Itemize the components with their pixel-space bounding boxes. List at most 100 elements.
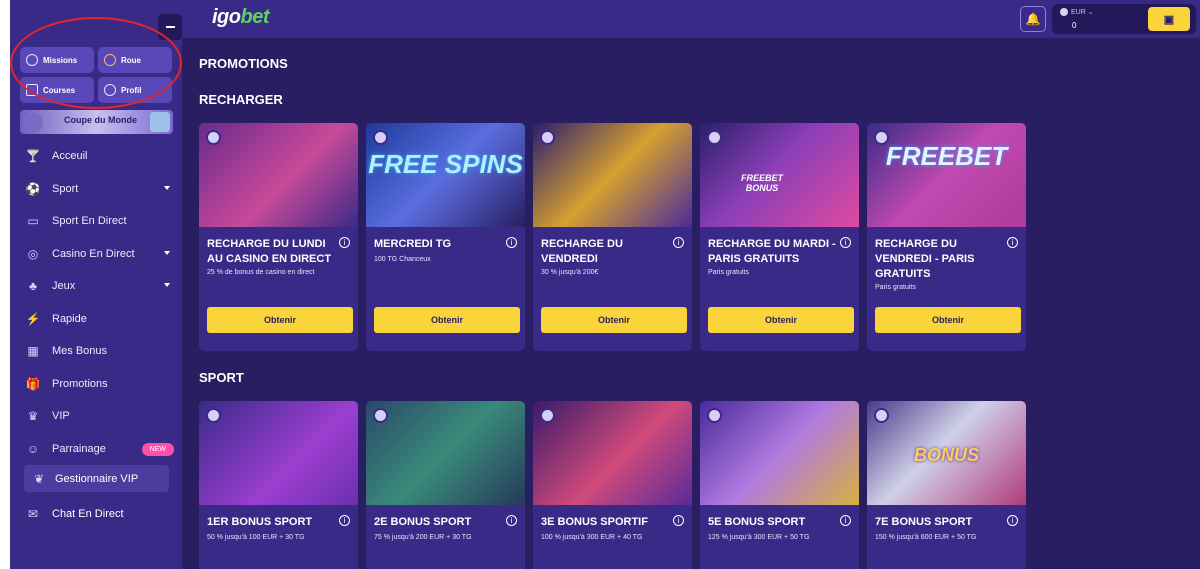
bonus-icon: ▦ bbox=[27, 344, 39, 359]
soccer-ball-icon bbox=[206, 408, 221, 423]
promo-card[interactable]: FREE SPINS MERCREDI TG i 100 TG Chanceux… bbox=[366, 123, 525, 351]
promo-card[interactable]: RECHARGE DU LUNDI AU CASINO EN DIRECT i … bbox=[199, 123, 358, 351]
page-title: PROMOTIONS bbox=[199, 56, 288, 71]
recharger-cards: RECHARGE DU LUNDI AU CASINO EN DIRECT i … bbox=[199, 123, 1026, 351]
trophy-image bbox=[150, 112, 170, 132]
crown-icon: ♛ bbox=[27, 409, 39, 424]
notifications-bell-icon[interactable]: 🔔 bbox=[1020, 6, 1046, 32]
info-icon[interactable]: i bbox=[339, 515, 350, 526]
promo-desc: 125 % jusqu'à 300 EUR + 50 TG bbox=[708, 534, 810, 541]
sidebar-item-label: Sport En Direct bbox=[52, 215, 127, 228]
sidebar-item-promotions[interactable]: 🎁 Promotions bbox=[24, 368, 174, 401]
info-icon[interactable]: i bbox=[840, 515, 851, 526]
promo-title: 5E BONUS SPORT bbox=[708, 516, 806, 528]
promo-desc: 75 % jusqu'à 200 EUR + 30 TG bbox=[374, 534, 472, 541]
soccer-ball-icon bbox=[540, 130, 555, 145]
chat-icon: ✉ bbox=[27, 506, 39, 521]
promo-title: MERCREDI TG bbox=[374, 238, 451, 250]
promo-image: BONUS bbox=[867, 401, 1026, 505]
currency-label: EUR bbox=[1071, 9, 1086, 16]
sidebar-item-rapide[interactable]: ⚡ Rapide bbox=[24, 303, 174, 336]
sidebar: Missions Roue Courses Profil Coupe du Mo… bbox=[10, 0, 182, 569]
sidebar-item-sport[interactable]: ⚽ Sport bbox=[24, 173, 174, 206]
obtenir-button[interactable]: Obtenir bbox=[875, 307, 1021, 333]
info-icon[interactable]: i bbox=[1007, 237, 1018, 248]
promo-card[interactable]: FREEBET RECHARGE DU VENDREDI - PARIS GRA… bbox=[867, 123, 1026, 351]
sidebar-item-casino-en-direct[interactable]: ◎ Casino En Direct bbox=[24, 238, 174, 271]
wallet-widget[interactable]: EUR ⌄ 0 ▣ bbox=[1052, 4, 1196, 34]
promo-title: RECHARGE DU VENDREDI - PARIS GRATUITS bbox=[875, 238, 975, 280]
promo-card[interactable]: 5E BONUS SPORT i 125 % jusqu'à 300 EUR +… bbox=[700, 401, 859, 569]
sidebar-item-label: Sport bbox=[52, 182, 79, 195]
chevron-down-icon[interactable] bbox=[164, 185, 170, 190]
soccer-ball-icon bbox=[373, 408, 388, 423]
promo-title: 2E BONUS SPORT bbox=[374, 516, 472, 528]
promo-image bbox=[533, 123, 692, 227]
promo-image: FREEBET bbox=[867, 123, 1026, 227]
sidebar-item-vip[interactable]: ♛ VIP bbox=[24, 400, 174, 433]
promo-desc: 25 % de bonus de casino en direct bbox=[207, 269, 315, 276]
sidebar-item-acceuil[interactable]: 🍸 Acceuil bbox=[24, 140, 174, 173]
sidebar-item-label: Mes Bonus bbox=[52, 345, 108, 358]
vip-manager-button[interactable]: ❦ Gestionnaire VIP bbox=[24, 465, 169, 492]
promo-desc: 30 % jusqu'à 200€ bbox=[541, 269, 599, 276]
users-icon: ☺ bbox=[26, 441, 40, 456]
info-icon[interactable]: i bbox=[506, 237, 517, 248]
balance-value: 0 bbox=[1072, 21, 1077, 30]
wallet-deposit-button[interactable]: ▣ bbox=[1148, 7, 1190, 31]
promo-title: RECHARGE DU LUNDI AU CASINO EN DIRECT bbox=[207, 238, 332, 265]
sidebar-item-label: Casino En Direct bbox=[52, 247, 135, 260]
obtenir-button[interactable]: Obtenir bbox=[374, 307, 520, 333]
sidebar-item-mes-bonus[interactable]: ▦ Mes Bonus bbox=[24, 335, 174, 368]
promo-image-text: FREEBET BONUS bbox=[740, 173, 783, 193]
promo-title: 7E BONUS SPORT bbox=[875, 516, 973, 528]
soccer-ball-icon bbox=[707, 130, 722, 145]
promo-card[interactable]: FREEBET BONUS RECHARGE DU MARDI - PARIS … bbox=[700, 123, 859, 351]
sidebar-item-jeux[interactable]: ♣ Jeux bbox=[24, 270, 174, 303]
coin-icon bbox=[1060, 8, 1068, 17]
obtenir-button[interactable]: Obtenir bbox=[541, 307, 687, 333]
promo-card[interactable]: 3E BONUS SPORTIF i 100 % jusqu'à 300 EUR… bbox=[533, 401, 692, 569]
info-icon[interactable]: i bbox=[673, 515, 684, 526]
soccer-ball-icon bbox=[707, 408, 722, 423]
chevron-down-icon[interactable] bbox=[164, 283, 170, 287]
promo-card[interactable]: RECHARGE DU VENDREDI i 30 % jusqu'à 200€… bbox=[533, 123, 692, 351]
sidebar-item-label: Promotions bbox=[52, 377, 108, 390]
info-icon[interactable]: i bbox=[840, 237, 851, 248]
soccer-ball-icon: ⚽ bbox=[25, 181, 41, 196]
sidebar-item-parrainage[interactable]: ☺ Parrainage NEW bbox=[24, 433, 174, 466]
sidebar-item-sport-en-direct[interactable]: ▭ Sport En Direct bbox=[24, 205, 174, 238]
logo-igo: igo bbox=[212, 6, 241, 28]
info-icon[interactable]: i bbox=[506, 515, 517, 526]
promo-image bbox=[533, 401, 692, 505]
info-icon[interactable]: i bbox=[1007, 515, 1018, 526]
coupe-du-monde-banner[interactable]: Coupe du Monde bbox=[20, 110, 173, 134]
gift-icon: 🎁 bbox=[25, 376, 41, 391]
sport-cards: 1ER BONUS SPORT i 50 % jusqu'à 100 EUR +… bbox=[199, 401, 1026, 569]
promo-title: RECHARGE DU VENDREDI bbox=[541, 238, 623, 265]
chip-icon: ◎ bbox=[27, 246, 39, 261]
promo-card[interactable]: 1ER BONUS SPORT i 50 % jusqu'à 100 EUR +… bbox=[199, 401, 358, 569]
slot-icon: ♣ bbox=[29, 279, 37, 294]
red-annotation-circle bbox=[10, 17, 182, 109]
live-chat-link[interactable]: ✉ Chat En Direct bbox=[24, 500, 124, 527]
promo-card[interactable]: 2E BONUS SPORT i 75 % jusqu'à 200 EUR + … bbox=[366, 401, 525, 569]
vip-manager-label: Gestionnaire VIP bbox=[55, 472, 139, 485]
player-image bbox=[23, 113, 43, 133]
soccer-ball-icon bbox=[540, 408, 555, 423]
promo-card[interactable]: BONUS 7E BONUS SPORT i 150 % jusqu'à 600… bbox=[867, 401, 1026, 569]
section-title-sport: SPORT bbox=[199, 370, 244, 385]
obtenir-button[interactable]: Obtenir bbox=[207, 307, 353, 333]
currency-selector[interactable]: EUR ⌄ bbox=[1060, 8, 1094, 17]
wallet-icon: ▣ bbox=[1163, 13, 1175, 26]
soccer-ball-icon bbox=[373, 130, 388, 145]
info-icon[interactable]: i bbox=[339, 237, 350, 248]
top-header: igobet 🔔 EUR ⌄ 0 ▣ bbox=[182, 0, 1200, 38]
chevron-down-icon[interactable] bbox=[164, 250, 170, 255]
igobet-logo[interactable]: igobet bbox=[212, 6, 269, 29]
obtenir-button[interactable]: Obtenir bbox=[708, 307, 854, 333]
sidebar-item-label: VIP bbox=[52, 410, 70, 423]
promo-desc: Paris gratuits bbox=[708, 269, 749, 276]
info-icon[interactable]: i bbox=[673, 237, 684, 248]
promo-title: RECHARGE DU MARDI - PARIS GRATUITS bbox=[708, 238, 836, 265]
